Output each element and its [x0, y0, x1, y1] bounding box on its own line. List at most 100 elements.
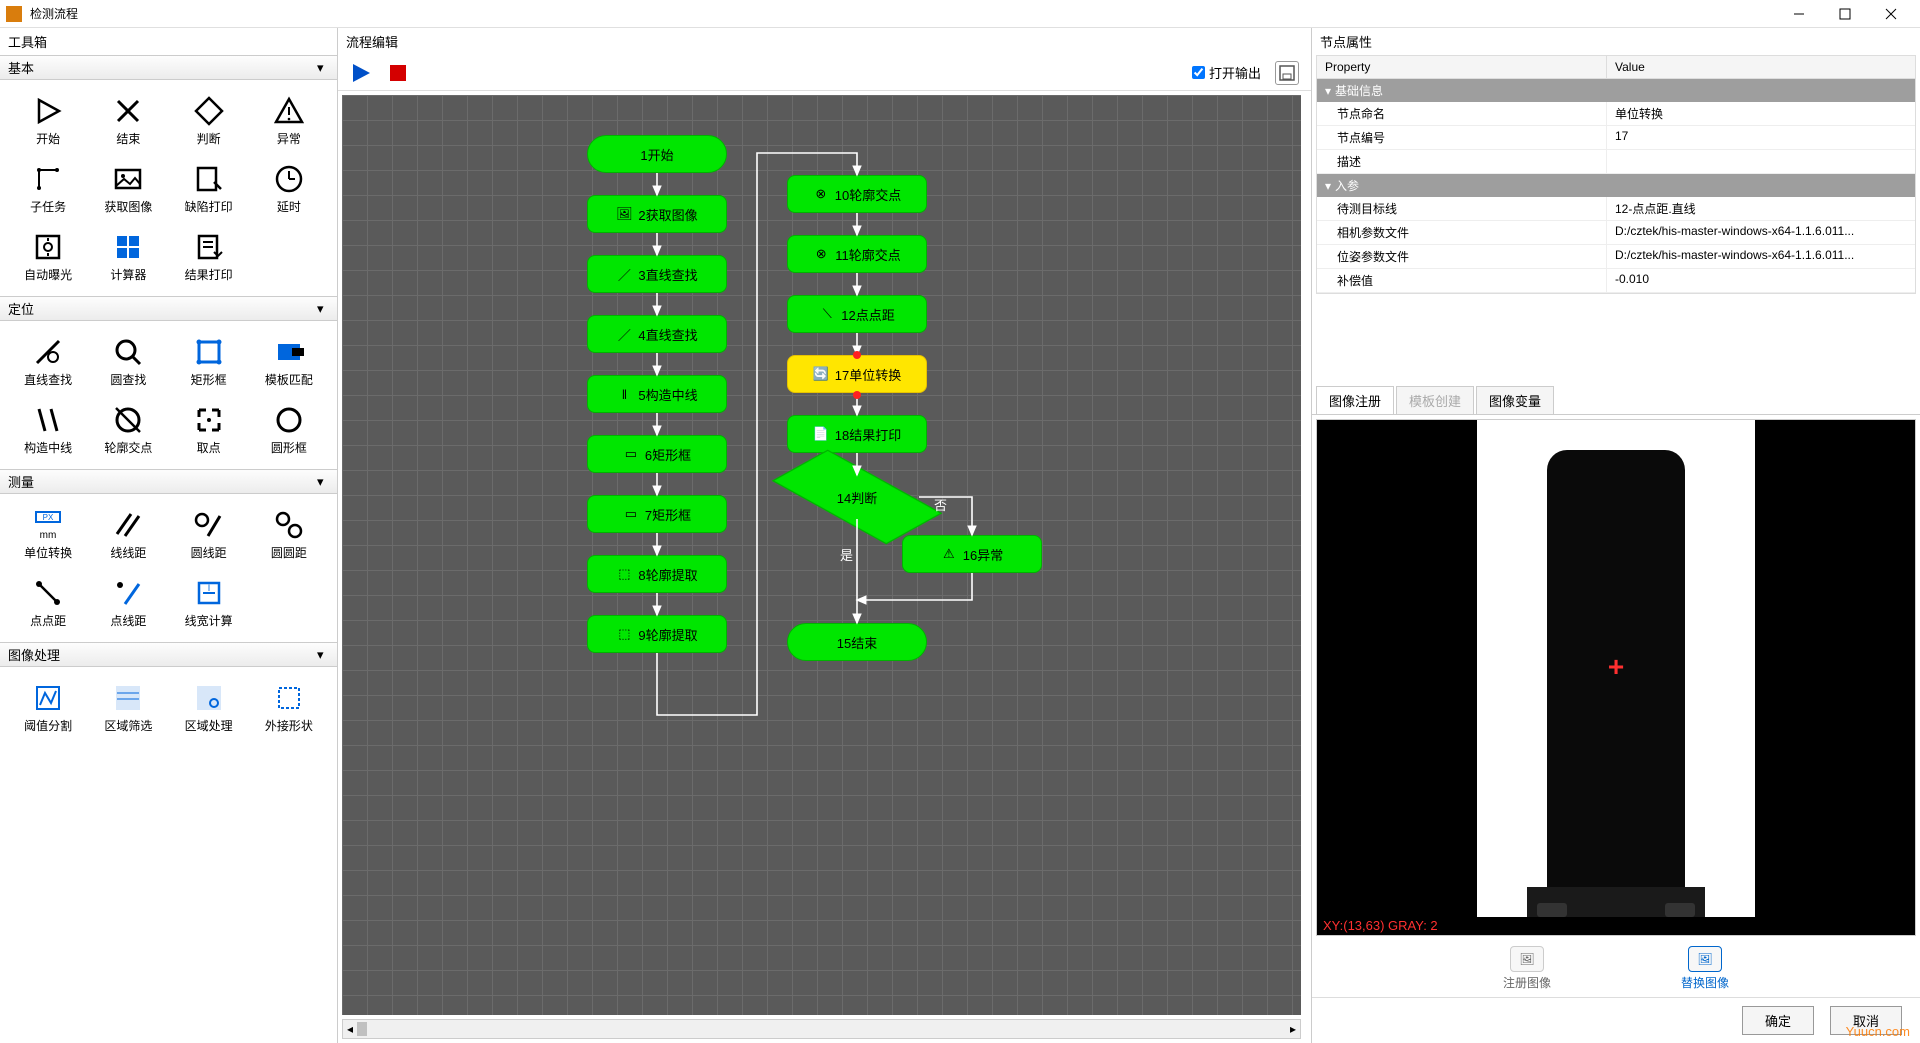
flow-editor-title: 流程编辑 — [338, 28, 1311, 55]
dialog-buttons: 确定 取消 — [1312, 997, 1920, 1043]
close-button[interactable] — [1868, 0, 1914, 28]
minimize-button[interactable] — [1776, 0, 1822, 28]
chevron-down-icon: ▾ — [317, 647, 329, 663]
tool-threshold[interactable]: 阈值分割 — [10, 675, 86, 739]
tool-midline[interactable]: 构造中线 — [10, 397, 86, 461]
connector-dot — [853, 351, 861, 359]
prop-row-camera-file[interactable]: 相机参数文件D:/cztek/his-master-windows-x64-1.… — [1317, 221, 1915, 245]
chevron-down-icon: ▾ — [317, 60, 329, 76]
image-foot — [1665, 903, 1695, 917]
swap-image-button[interactable]: 🖼替换图像 — [1681, 946, 1729, 991]
horizontal-scrollbar[interactable]: ◂ ▸ — [342, 1019, 1301, 1039]
tab-image-variable[interactable]: 图像变量 — [1476, 386, 1554, 414]
tool-bounding-shape[interactable]: 外接形状 — [251, 675, 327, 739]
tool-region-filter[interactable]: 区域筛选 — [90, 675, 166, 739]
tool-calculator[interactable]: 计算器 — [90, 224, 166, 288]
chevron-down-icon: ▾ — [1325, 84, 1331, 98]
tab-template-create[interactable]: 模板创建 — [1396, 386, 1474, 414]
image-icon: 🖼 — [1510, 946, 1544, 972]
properties-table: Property Value ▾基础信息 节点命名单位转换 节点编号17 描述 … — [1316, 55, 1916, 294]
tool-circle-frame[interactable]: 圆形框 — [251, 397, 327, 461]
tab-image-register[interactable]: 图像注册 — [1316, 386, 1394, 414]
scrollbar-thumb[interactable] — [357, 1022, 367, 1036]
tool-judge[interactable]: 判断 — [171, 88, 247, 152]
image-viewer[interactable]: + XY:(13,63) GRAY: 2 — [1316, 419, 1916, 936]
connector-dot — [853, 391, 861, 399]
register-image-button[interactable]: 🖼注册图像 — [1503, 946, 1551, 991]
tool-start[interactable]: 开始 — [10, 88, 86, 152]
image-coords-info: XY:(13,63) GRAY: 2 — [1317, 916, 1444, 935]
titlebar: 检测流程 — [0, 0, 1920, 28]
stop-button[interactable] — [388, 63, 408, 83]
save-button[interactable] — [1275, 61, 1299, 85]
image-surface: + XY:(13,63) GRAY: 2 — [1317, 420, 1915, 935]
open-output-checkbox[interactable]: 打开输出 — [1192, 63, 1261, 82]
svg-text:mm: mm — [40, 530, 57, 541]
properties-title: 节点属性 — [1312, 28, 1920, 55]
tool-unit-convert[interactable]: PXmm单位转换 — [10, 502, 86, 566]
scroll-right-arrow[interactable]: ▸ — [1286, 1022, 1300, 1036]
watermark: Yuucn.com — [1846, 1024, 1910, 1039]
tool-point-point-dist[interactable]: 点点距 — [10, 570, 86, 634]
ok-button[interactable]: 确定 — [1742, 1006, 1814, 1035]
tool-line-line-dist[interactable]: 线线距 — [90, 502, 166, 566]
tool-auto-exposure[interactable]: 自动曝光 — [10, 224, 86, 288]
tool-contour-cross[interactable]: 轮廓交点 — [90, 397, 166, 461]
tool-line-find[interactable]: 直线查找 — [10, 329, 86, 393]
prop-row-desc[interactable]: 描述 — [1317, 150, 1915, 174]
tool-rect-frame[interactable]: 矩形框 — [171, 329, 247, 393]
image-foot — [1537, 903, 1567, 917]
crosshair-icon: + — [1608, 653, 1624, 681]
flow-editor-panel: 流程编辑 打开输出 — [338, 28, 1311, 1043]
flow-canvas[interactable]: 1开始 🖼2获取图像 ／3直线查找 ／4直线查找 ‖5构造中线 ▭6矩形框 ▭7… — [342, 95, 1301, 1015]
flow-toolbar: 打开输出 — [338, 55, 1311, 91]
section-measure-header[interactable]: 测量▾ — [0, 470, 337, 494]
tool-delay[interactable]: 延时 — [251, 156, 327, 220]
section-locate: 定位▾ 直线查找 圆查找 矩形框 模板匹配 构造中线 轮廓交点 取点 圆形框 — [0, 296, 337, 469]
tool-point-line-dist[interactable]: 点线距 — [90, 570, 166, 634]
prop-group-basic[interactable]: ▾基础信息 — [1317, 79, 1915, 102]
chevron-down-icon: ▾ — [317, 474, 329, 490]
tool-subtask[interactable]: 子任务 — [10, 156, 86, 220]
scroll-left-arrow[interactable]: ◂ — [343, 1022, 357, 1036]
prop-row-id[interactable]: 节点编号17 — [1317, 126, 1915, 150]
tool-end[interactable]: 结束 — [90, 88, 166, 152]
svg-text:PX: PX — [43, 513, 54, 522]
tool-region-process[interactable]: 区域处理 — [171, 675, 247, 739]
chevron-down-icon: ▾ — [317, 301, 329, 317]
tool-circle-find[interactable]: 圆查找 — [90, 329, 166, 393]
toolbox-panel: 工具箱 基本▾ 开始 结束 判断 异常 子任务 获取图像 缺陷打印 延时 自动曝… — [0, 28, 338, 1043]
tool-line-width[interactable]: I线宽计算 — [171, 570, 247, 634]
window-title: 检测流程 — [30, 5, 1776, 22]
section-basic: 基本▾ 开始 结束 判断 异常 子任务 获取图像 缺陷打印 延时 自动曝光 计算… — [0, 55, 337, 296]
tool-circle-line-dist[interactable]: 圆线距 — [171, 502, 247, 566]
tool-get-image[interactable]: 获取图像 — [90, 156, 166, 220]
tool-template-match[interactable]: 模板匹配 — [251, 329, 327, 393]
tool-result-print[interactable]: 结果打印 — [171, 224, 247, 288]
tool-exception[interactable]: 异常 — [251, 88, 327, 152]
prop-row-name[interactable]: 节点命名单位转换 — [1317, 102, 1915, 126]
prop-row-compensation[interactable]: 补偿值-0.010 — [1317, 269, 1915, 293]
section-locate-header[interactable]: 定位▾ — [0, 297, 337, 321]
chevron-down-icon: ▾ — [1325, 179, 1331, 193]
edge-label-yes: 是 — [840, 545, 853, 564]
tool-circle-circle-dist[interactable]: 圆圆距 — [251, 502, 327, 566]
edge-label-no: 否 — [934, 495, 947, 514]
prop-col-property: Property — [1317, 56, 1607, 78]
section-imgproc-header[interactable]: 图像处理▾ — [0, 643, 337, 667]
maximize-button[interactable] — [1822, 0, 1868, 28]
image-icon: 🖼 — [1688, 946, 1722, 972]
prop-header-row: Property Value — [1317, 56, 1915, 79]
section-measure: 测量▾ PXmm单位转换 线线距 圆线距 圆圆距 点点距 点线距 I线宽计算 — [0, 469, 337, 642]
tool-pick-point[interactable]: 取点 — [171, 397, 247, 461]
toolbox-title: 工具箱 — [0, 28, 337, 55]
prop-row-target[interactable]: 待测目标线12-点点距.直线 — [1317, 197, 1915, 221]
prop-row-pose-file[interactable]: 位姿参数文件D:/cztek/his-master-windows-x64-1.… — [1317, 245, 1915, 269]
image-ops: 🖼注册图像 🖼替换图像 — [1312, 940, 1920, 997]
prop-col-value: Value — [1607, 56, 1915, 78]
tool-defect-print[interactable]: 缺陷打印 — [171, 156, 247, 220]
run-button[interactable] — [350, 62, 372, 84]
section-basic-header[interactable]: 基本▾ — [0, 56, 337, 80]
app-icon — [6, 6, 22, 22]
prop-group-inparam[interactable]: ▾入参 — [1317, 174, 1915, 197]
